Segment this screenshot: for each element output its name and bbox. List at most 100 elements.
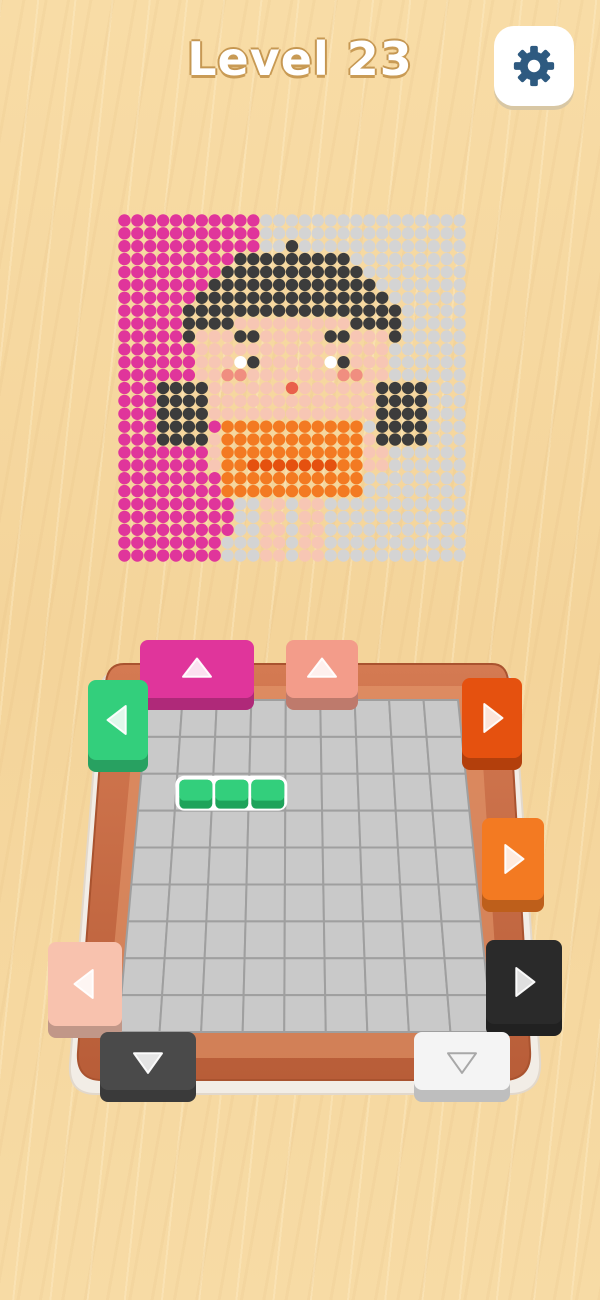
grid-cell[interactable] [425, 735, 467, 775]
grid-cell[interactable] [158, 994, 204, 1033]
grid-cell[interactable] [324, 994, 369, 1033]
settings-button[interactable] [494, 26, 574, 106]
grid-cell[interactable] [405, 994, 452, 1033]
shooter-top-magenta[interactable] [140, 640, 254, 710]
grid-cell[interactable] [364, 994, 410, 1033]
grid-cell[interactable] [356, 772, 397, 812]
grid-cell[interactable] [284, 772, 324, 812]
shooter-top-salmon[interactable] [286, 640, 358, 710]
grid-cell[interactable] [130, 846, 174, 886]
shooter-left-skin[interactable] [48, 942, 122, 1038]
grid-cell[interactable] [401, 920, 446, 960]
grid-cell[interactable] [363, 957, 408, 997]
grid-cell[interactable] [440, 920, 486, 960]
grid-cell[interactable] [205, 883, 248, 923]
grid-cell[interactable] [283, 846, 325, 886]
grid-cell[interactable] [321, 809, 362, 849]
shooter-right-dark-orange[interactable] [462, 678, 522, 770]
grid-cell[interactable] [126, 883, 171, 923]
bead [221, 265, 234, 279]
grid-cell[interactable] [201, 957, 246, 997]
grid-cell[interactable] [422, 699, 463, 738]
grid-cell[interactable] [323, 957, 367, 997]
grid-cell[interactable] [359, 846, 402, 886]
grid-cell[interactable] [123, 920, 169, 960]
grid-cell[interactable] [322, 920, 366, 960]
grid-cell[interactable] [319, 735, 359, 775]
grid-cell[interactable] [116, 994, 164, 1033]
grid-cell[interactable] [243, 920, 286, 960]
grid-cell[interactable] [403, 957, 449, 997]
bead [221, 330, 234, 343]
bead [247, 304, 260, 317]
bead [427, 536, 440, 549]
bead [156, 343, 170, 356]
grid-cell[interactable] [434, 846, 478, 886]
shooter-right-orange[interactable] [482, 818, 544, 912]
grid-cell[interactable] [168, 846, 211, 886]
grid-cell[interactable] [249, 699, 287, 738]
grid-cell[interactable] [392, 772, 434, 812]
grid-cell[interactable] [431, 809, 475, 849]
grid-cell[interactable] [446, 994, 494, 1033]
bead [311, 317, 324, 330]
grid-cell[interactable] [443, 957, 490, 997]
grid-cell[interactable] [437, 883, 482, 923]
bead [311, 433, 324, 446]
play-grid[interactable] [116, 699, 494, 1033]
grid-cell[interactable] [200, 994, 245, 1033]
bead [208, 484, 221, 498]
grid-cell[interactable] [241, 994, 286, 1033]
grid-cell[interactable] [171, 809, 213, 849]
grid-cell[interactable] [284, 809, 324, 849]
grid-cell[interactable] [399, 883, 443, 923]
grid-cell[interactable] [357, 809, 399, 849]
grid-cell[interactable] [394, 809, 437, 849]
grid-cell[interactable] [388, 699, 428, 738]
bead [234, 343, 247, 356]
shooter-left-green[interactable] [88, 680, 148, 772]
grid-cell[interactable] [283, 957, 327, 997]
green-bar-piece[interactable] [175, 775, 288, 811]
bead [388, 497, 402, 511]
grid-cell[interactable] [245, 846, 287, 886]
grid-cell[interactable] [248, 735, 287, 775]
shooter-right-black[interactable] [486, 940, 562, 1036]
grid-cell[interactable] [242, 957, 286, 997]
grid-cell[interactable] [176, 735, 217, 775]
bead [285, 356, 299, 369]
piece-cell[interactable] [215, 779, 249, 801]
grid-cell[interactable] [212, 735, 252, 775]
grid-cell[interactable] [283, 994, 327, 1033]
piece-cell[interactable] [179, 779, 213, 801]
grid-cell[interactable] [246, 809, 287, 849]
grid-cell[interactable] [353, 699, 393, 738]
grid-cell[interactable] [133, 809, 176, 849]
grid-cell[interactable] [283, 920, 326, 960]
grid-cell[interactable] [163, 920, 208, 960]
grid-cell[interactable] [283, 883, 325, 923]
grid-cell[interactable] [207, 846, 249, 886]
shooter-bottom-white[interactable] [414, 1032, 510, 1102]
grid-cell[interactable] [244, 883, 286, 923]
grid-cell[interactable] [203, 920, 247, 960]
grid-cell[interactable] [396, 846, 440, 886]
grid-cell[interactable] [355, 735, 395, 775]
bead [182, 343, 196, 356]
grid-cell[interactable] [360, 883, 404, 923]
grid-cell[interactable] [208, 809, 250, 849]
grid-cell[interactable] [284, 735, 323, 775]
grid-cell[interactable] [166, 883, 210, 923]
grid-cell[interactable] [320, 772, 360, 812]
grid-cell[interactable] [321, 846, 363, 886]
grid-cell[interactable] [136, 772, 179, 812]
bead [221, 407, 234, 420]
grid-cell[interactable] [322, 883, 365, 923]
grid-cell[interactable] [120, 957, 166, 997]
grid-cell[interactable] [362, 920, 406, 960]
grid-cell[interactable] [161, 957, 206, 997]
grid-cell[interactable] [428, 772, 471, 812]
grid-cell[interactable] [390, 735, 431, 775]
shooter-bottom-dark-gray[interactable] [100, 1032, 196, 1102]
piece-cell[interactable] [251, 779, 285, 801]
